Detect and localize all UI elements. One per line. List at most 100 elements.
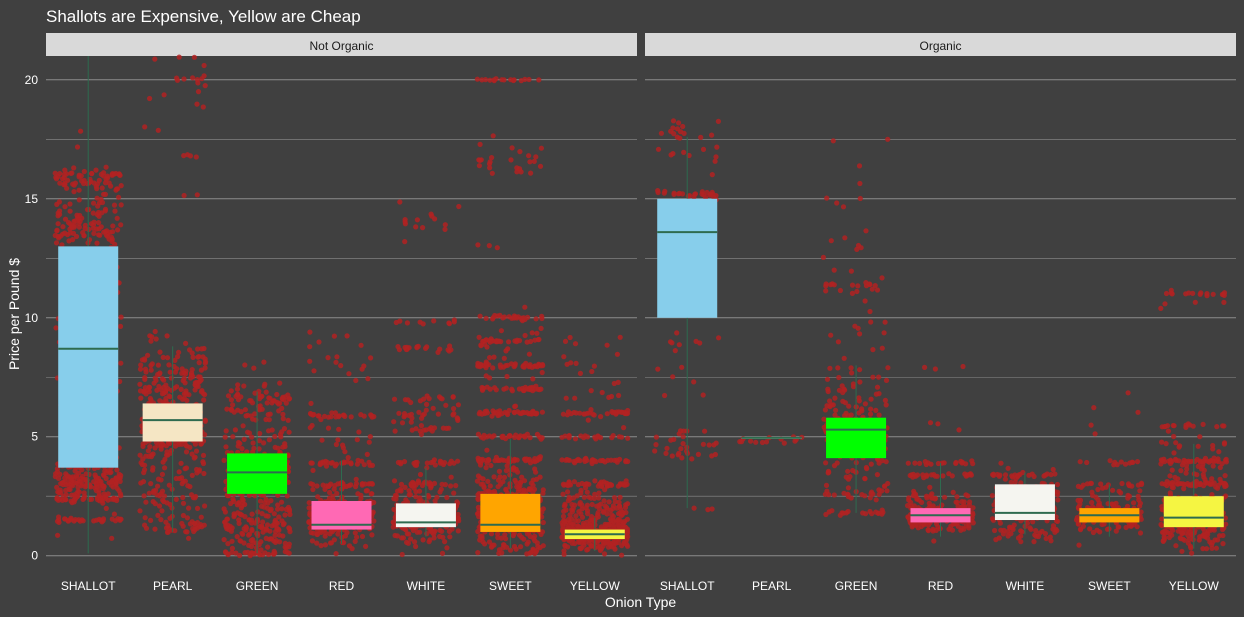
data-point: [231, 514, 237, 520]
data-point: [715, 118, 722, 124]
data-point: [391, 396, 398, 402]
data-point: [621, 539, 627, 546]
data-point: [909, 524, 915, 530]
data-point: [691, 379, 697, 385]
data-point: [428, 211, 434, 217]
data-point: [368, 413, 374, 419]
data-point: [404, 539, 410, 546]
data-point: [172, 443, 179, 449]
data-point: [423, 345, 429, 351]
data-point: [959, 460, 965, 466]
data-point: [281, 521, 287, 527]
data-point: [1175, 476, 1181, 482]
data-point: [417, 428, 423, 434]
data-point: [225, 525, 231, 531]
data-point: [560, 491, 566, 497]
data-point: [823, 288, 829, 294]
data-point: [1054, 481, 1061, 488]
data-point: [831, 463, 838, 469]
data-point: [489, 413, 495, 419]
data-point: [1169, 484, 1175, 490]
data-point: [529, 330, 535, 336]
data-point: [152, 375, 158, 381]
data-point: [623, 458, 629, 464]
data-point: [246, 532, 252, 538]
data-point: [265, 412, 271, 418]
data-point: [447, 534, 453, 540]
data-point: [69, 170, 75, 176]
data-point: [532, 459, 538, 465]
x-tick-label: SHALLOT: [660, 579, 715, 593]
data-point: [52, 474, 59, 480]
data-point: [424, 460, 430, 466]
data-point: [1191, 471, 1197, 477]
x-tick-label: RED: [329, 579, 355, 593]
data-point: [1125, 390, 1131, 396]
data-point: [559, 457, 565, 463]
data-point: [109, 535, 115, 541]
data-point: [870, 347, 876, 353]
data-point: [601, 498, 607, 504]
data-point: [532, 466, 538, 472]
data-point: [562, 543, 568, 549]
data-point: [599, 389, 605, 396]
data-point: [143, 369, 149, 375]
data-point: [849, 290, 856, 296]
data-point: [504, 373, 510, 380]
data-point: [824, 195, 830, 201]
data-point: [1098, 481, 1104, 487]
data-point: [490, 133, 496, 139]
data-point: [1197, 534, 1203, 540]
data-point: [680, 123, 686, 130]
data-point: [670, 374, 676, 380]
data-point: [229, 525, 235, 531]
data-point: [474, 76, 480, 82]
data-point: [173, 475, 179, 482]
data-point: [94, 212, 100, 218]
data-point: [163, 525, 170, 531]
data-point: [65, 177, 71, 183]
data-point: [334, 490, 340, 497]
data-point: [1137, 530, 1144, 536]
data-point: [655, 189, 661, 196]
data-point: [399, 535, 405, 541]
data-point: [1097, 529, 1103, 535]
data-point: [1220, 541, 1226, 547]
data-point: [652, 448, 658, 454]
data-point: [491, 77, 497, 83]
data-point: [66, 238, 72, 244]
data-point: [583, 481, 589, 487]
data-point: [442, 539, 448, 545]
data-point: [1175, 528, 1181, 534]
data-point: [479, 77, 485, 83]
data-point: [486, 488, 492, 495]
y-tick-label: 5: [31, 430, 38, 444]
data-point: [202, 83, 208, 89]
data-point: [184, 529, 190, 535]
data-point: [524, 431, 531, 437]
data-point: [257, 407, 263, 413]
data-point: [194, 505, 201, 511]
data-point: [139, 357, 145, 363]
data-point: [284, 493, 290, 499]
data-point: [519, 318, 526, 324]
data-point: [885, 136, 891, 142]
data-point: [262, 550, 268, 556]
data-point: [108, 183, 114, 189]
data-point: [399, 551, 405, 558]
data-point: [391, 506, 397, 512]
data-point: [174, 77, 181, 83]
data-point: [341, 412, 347, 418]
data-point: [842, 387, 848, 393]
data-point: [575, 456, 581, 462]
data-point: [437, 346, 443, 352]
data-point: [411, 460, 417, 466]
data-point: [879, 275, 885, 281]
data-point: [277, 539, 283, 545]
data-point: [538, 363, 544, 369]
data-point: [600, 509, 607, 515]
data-point: [192, 454, 198, 460]
data-point: [931, 538, 937, 544]
y-axis-title: Price per Pound $: [6, 258, 22, 370]
data-point: [1119, 480, 1125, 487]
